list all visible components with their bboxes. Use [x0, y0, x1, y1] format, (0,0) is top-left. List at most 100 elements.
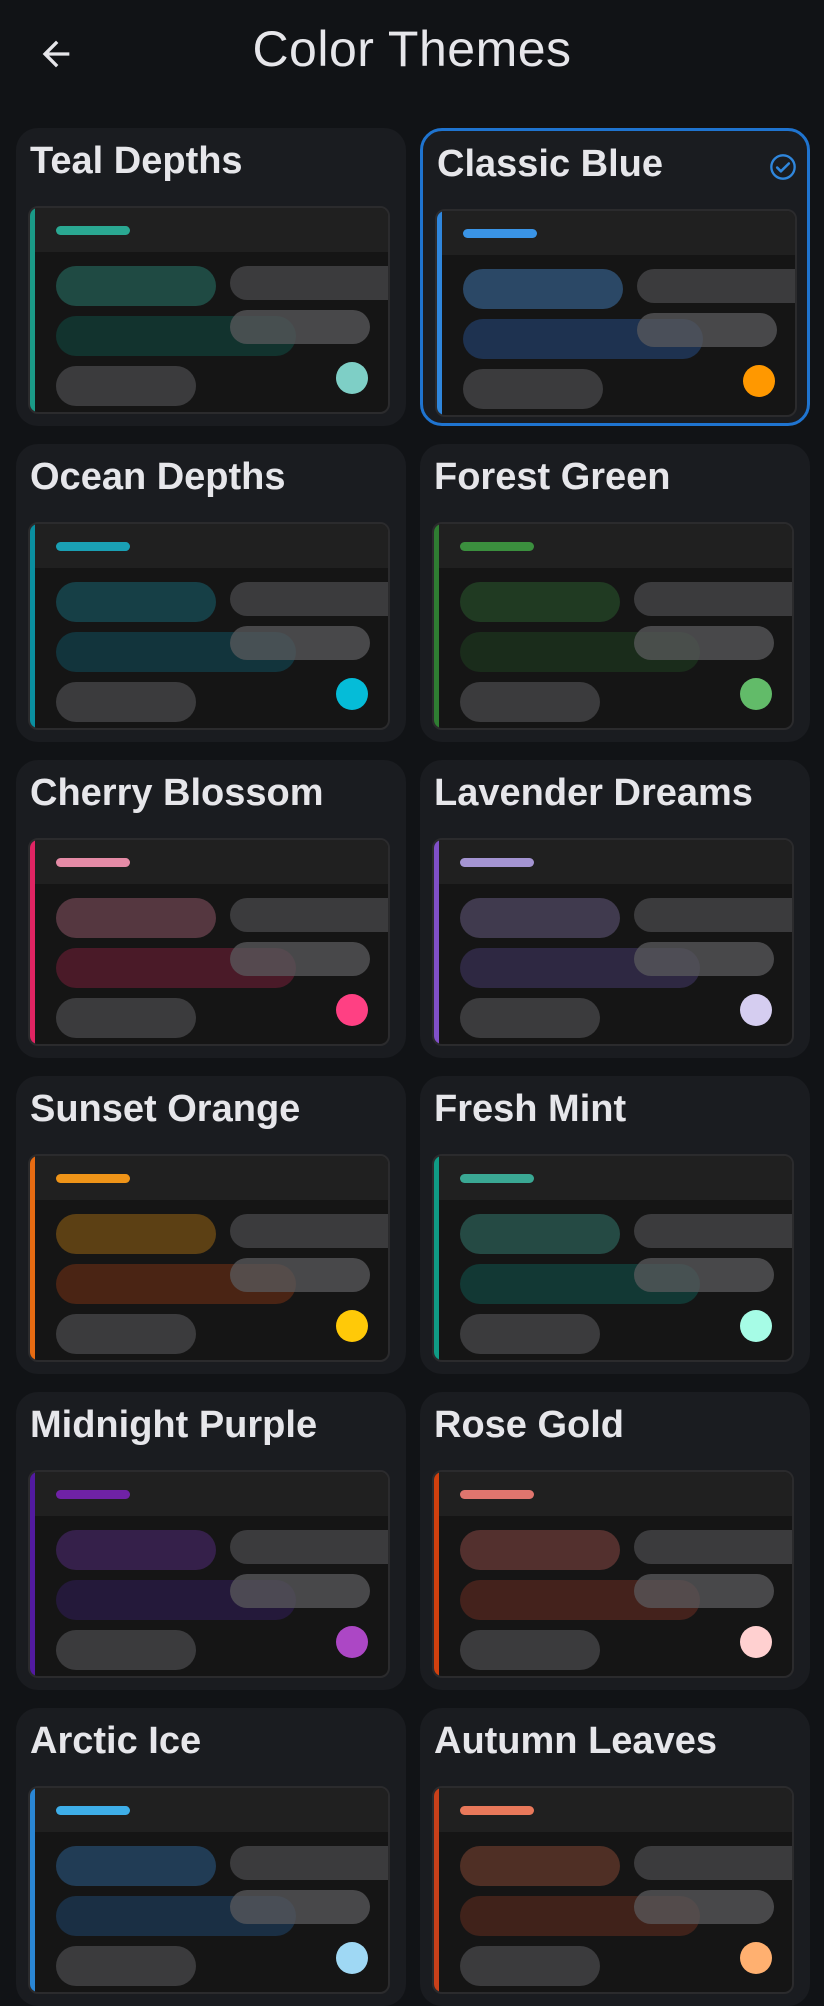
- preview-overlay-pill: [230, 1890, 370, 1924]
- preview-accent-bar: [56, 1174, 130, 1183]
- preview-accent-bar: [56, 226, 130, 235]
- preview-primary-pill: [460, 582, 620, 622]
- theme-card-classic-blue[interactable]: Classic Blue: [420, 128, 810, 426]
- theme-card-midnight-purple[interactable]: Midnight Purple: [16, 1392, 406, 1690]
- theme-preview: [28, 522, 390, 730]
- theme-name: Autumn Leaves: [434, 1720, 717, 1762]
- theme-preview: [432, 838, 794, 1046]
- preview-accent-bar: [56, 542, 130, 551]
- preview-primary-pill: [460, 898, 620, 938]
- preview-overlay-pill: [634, 1258, 774, 1292]
- theme-name: Classic Blue: [437, 143, 663, 185]
- preview-surface-pill: [230, 1214, 388, 1248]
- theme-name: Rose Gold: [434, 1404, 625, 1446]
- preview-bottom-pill: [460, 1946, 600, 1986]
- preview-primary-pill: [460, 1530, 620, 1570]
- preview-accent-dot: [336, 678, 368, 710]
- preview-bottom-pill: [460, 1314, 600, 1354]
- preview-accent-dot: [336, 1626, 368, 1658]
- preview-primary-pill: [460, 1846, 620, 1886]
- preview-bottom-pill: [56, 998, 196, 1038]
- preview-surface-pill: [230, 898, 388, 932]
- theme-card-autumn-leaves[interactable]: Autumn Leaves: [420, 1708, 810, 2006]
- preview-overlay-pill: [230, 1258, 370, 1292]
- preview-accent-bar: [56, 858, 130, 867]
- theme-name: Cherry Blossom: [30, 772, 324, 814]
- preview-overlay-pill: [634, 942, 774, 976]
- preview-primary-pill: [56, 582, 216, 622]
- preview-accent-dot: [336, 1942, 368, 1974]
- theme-name: Arctic Ice: [30, 1720, 202, 1762]
- preview-accent-dot: [336, 1310, 368, 1342]
- preview-accent-bar: [460, 1490, 534, 1499]
- preview-overlay-pill: [230, 1574, 370, 1608]
- theme-name: Teal Depths: [30, 140, 243, 182]
- preview-accent-dot: [740, 994, 772, 1026]
- preview-accent-bar: [460, 1806, 534, 1815]
- preview-surface-pill: [230, 582, 388, 616]
- theme-preview: [28, 206, 390, 414]
- preview-primary-pill: [56, 1214, 216, 1254]
- theme-card-rose-gold[interactable]: Rose Gold: [420, 1392, 810, 1690]
- preview-overlay-pill: [634, 1890, 774, 1924]
- theme-card-fresh-mint[interactable]: Fresh Mint: [420, 1076, 810, 1374]
- preview-surface-pill: [230, 1530, 388, 1564]
- preview-bottom-pill: [460, 1630, 600, 1670]
- theme-card-arctic-ice[interactable]: Arctic Ice: [16, 1708, 406, 2006]
- preview-bottom-pill: [56, 1630, 196, 1670]
- preview-accent-dot: [743, 365, 775, 397]
- theme-preview: [432, 1470, 794, 1678]
- preview-accent-bar: [460, 1174, 534, 1183]
- theme-preview: [432, 1154, 794, 1362]
- theme-name: Fresh Mint: [434, 1088, 627, 1130]
- theme-preview: [28, 1470, 390, 1678]
- theme-name: Sunset Orange: [30, 1088, 301, 1130]
- preview-accent-bar: [460, 542, 534, 551]
- theme-name: Forest Green: [434, 456, 671, 498]
- theme-grid: Teal Depths Classic Blue Ocean Depths Fores…: [0, 0, 824, 2006]
- theme-name: Midnight Purple: [30, 1404, 318, 1446]
- preview-surface-pill: [634, 1530, 792, 1564]
- preview-primary-pill: [56, 898, 216, 938]
- preview-surface-pill: [634, 898, 792, 932]
- preview-accent-dot: [740, 1942, 772, 1974]
- preview-overlay-pill: [230, 942, 370, 976]
- preview-surface-pill: [634, 582, 792, 616]
- preview-bottom-pill: [460, 682, 600, 722]
- theme-name: Ocean Depths: [30, 456, 286, 498]
- theme-card-cherry-blossom[interactable]: Cherry Blossom: [16, 760, 406, 1058]
- preview-accent-bar: [56, 1490, 130, 1499]
- theme-card-teal-depths[interactable]: Teal Depths: [16, 128, 406, 426]
- preview-overlay-pill: [634, 626, 774, 660]
- theme-card-sunset-orange[interactable]: Sunset Orange: [16, 1076, 406, 1374]
- theme-preview: [28, 1786, 390, 1994]
- theme-card-ocean-depths[interactable]: Ocean Depths: [16, 444, 406, 742]
- preview-primary-pill: [460, 1214, 620, 1254]
- preview-bottom-pill: [463, 369, 603, 409]
- preview-overlay-pill: [230, 626, 370, 660]
- preview-primary-pill: [56, 1530, 216, 1570]
- theme-card-forest-green[interactable]: Forest Green: [420, 444, 810, 742]
- preview-surface-pill: [230, 266, 388, 300]
- preview-accent-dot: [336, 994, 368, 1026]
- theme-card-lavender-dreams[interactable]: Lavender Dreams: [420, 760, 810, 1058]
- preview-accent-dot: [740, 678, 772, 710]
- preview-accent-bar: [460, 858, 534, 867]
- check-circle-icon: [770, 154, 796, 180]
- preview-accent-bar: [56, 1806, 130, 1815]
- preview-bottom-pill: [56, 1314, 196, 1354]
- preview-overlay-pill: [230, 310, 370, 344]
- preview-bottom-pill: [460, 998, 600, 1038]
- preview-overlay-pill: [637, 313, 777, 347]
- preview-primary-pill: [56, 266, 216, 306]
- preview-accent-dot: [336, 362, 368, 394]
- theme-name: Lavender Dreams: [434, 772, 753, 814]
- preview-surface-pill: [637, 269, 795, 303]
- preview-accent-dot: [740, 1626, 772, 1658]
- preview-primary-pill: [56, 1846, 216, 1886]
- preview-surface-pill: [634, 1214, 792, 1248]
- preview-accent-dot: [740, 1310, 772, 1342]
- preview-primary-pill: [463, 269, 623, 309]
- theme-preview: [28, 838, 390, 1046]
- preview-bottom-pill: [56, 682, 196, 722]
